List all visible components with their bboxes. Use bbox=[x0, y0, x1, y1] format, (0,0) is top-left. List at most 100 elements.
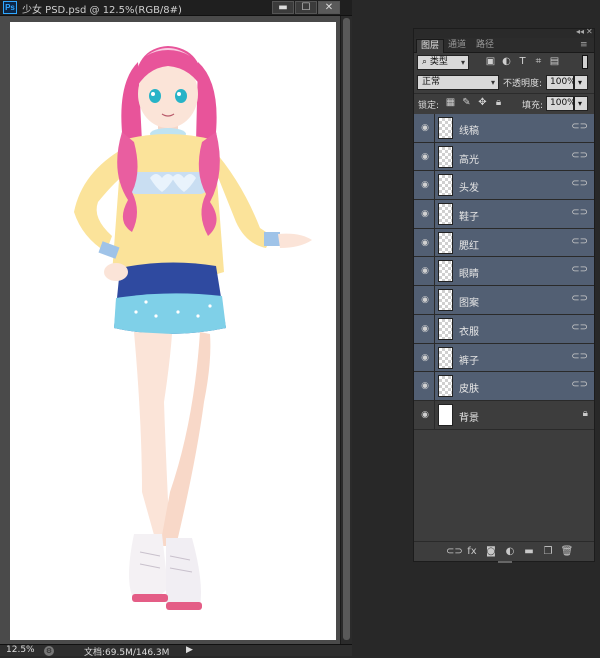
eye-icon[interactable]: ◉ bbox=[417, 237, 433, 249]
layer-row-background[interactable]: ◉ 背景 🔒︎ bbox=[414, 400, 594, 430]
zoom-level[interactable]: 12.5% bbox=[6, 645, 35, 655]
eye-icon[interactable]: ◉ bbox=[417, 323, 433, 335]
new-layer-icon[interactable]: ❐ bbox=[541, 545, 555, 559]
link-icon: ⊂⊃ bbox=[571, 121, 588, 132]
lock-position-move-icon[interactable]: ✥ bbox=[476, 96, 489, 110]
layer-row[interactable]: ◉ 裤子 ⊂⊃ bbox=[414, 343, 594, 373]
layer-thumbnail bbox=[438, 289, 453, 312]
photoshop-logo-icon: Ps bbox=[3, 1, 17, 14]
eye-icon[interactable]: ◉ bbox=[417, 122, 433, 134]
layer-thumbnail bbox=[438, 346, 453, 369]
fill-label: 填充: bbox=[522, 101, 544, 111]
panel-tabs: 图层 通道 路径 ≡ bbox=[414, 38, 594, 53]
lock-transparent-icon[interactable]: ▦ bbox=[444, 96, 457, 110]
opacity-slider-button[interactable]: ▾ bbox=[574, 75, 588, 90]
layer-row[interactable]: ◉ 腮红 ⊂⊃ bbox=[414, 228, 594, 258]
search-icon: ⌕ bbox=[422, 57, 430, 67]
image-filter-icon[interactable]: ▣ bbox=[484, 55, 497, 69]
lock-icon: 🔒︎ bbox=[582, 407, 588, 419]
eye-icon[interactable]: ◉ bbox=[417, 179, 433, 191]
layer-filter-dropdown[interactable]: ⌕ 类型 ▾ bbox=[417, 55, 469, 70]
layer-row[interactable]: ◉ 头发 ⊂⊃ bbox=[414, 171, 594, 201]
layer-thumbnail bbox=[438, 317, 453, 340]
eye-icon[interactable]: ◉ bbox=[417, 352, 433, 364]
layer-row[interactable]: ◉ 鞋子 ⊂⊃ bbox=[414, 200, 594, 229]
status-menu-arrow-icon[interactable]: ▶ bbox=[186, 645, 193, 655]
layer-name: 头发 bbox=[459, 183, 479, 195]
scrollbar-thumb[interactable] bbox=[343, 18, 350, 640]
link-icon: ⊂⊃ bbox=[571, 350, 588, 362]
layer-row[interactable]: ◉ 线稿 ⊂⊃ bbox=[414, 114, 594, 143]
adjustment-layer-icon[interactable]: ◐ bbox=[503, 545, 517, 559]
minimize-button[interactable]: ▬ bbox=[272, 1, 294, 14]
layer-list: ◉ 线稿 ⊂⊃ ◉ 高光 ⊂⊃ ◉ 头发 ⊂⊃ ◉ 鞋子 ⊂⊃ ◉ 腮红 ⊂⊃ ◉ 眼睛 ⊂⊃ ◉ 图案 ⊂… bbox=[414, 114, 594, 430]
document-title-bar[interactable]: Ps 少女 PSD.psd @ 12.5%(RGB/8#) ▬ ☐ ✕ bbox=[0, 0, 352, 16]
eye-icon[interactable]: ◉ bbox=[417, 380, 433, 392]
maximize-button[interactable]: ☐ bbox=[295, 1, 317, 14]
fill-input[interactable]: 100% bbox=[546, 96, 576, 111]
panel-footer: ⊂⊃ fx ◙ ◐ ▬ ❐ 🗑︎ bbox=[414, 541, 594, 561]
layer-thumbnail bbox=[438, 260, 453, 283]
layer-thumbnail bbox=[438, 117, 453, 139]
lock-image-brush-icon[interactable]: ✎ bbox=[460, 96, 473, 110]
layer-name: 皮肤 bbox=[459, 384, 479, 396]
opacity-input[interactable]: 100% bbox=[546, 75, 576, 90]
eye-icon[interactable]: ◉ bbox=[417, 151, 433, 163]
canvas[interactable] bbox=[10, 22, 336, 640]
collapse-panel-icon[interactable]: ◂◂ bbox=[576, 27, 584, 36]
type-filter-icon[interactable]: T bbox=[516, 55, 529, 69]
tab-channels[interactable]: 通道 bbox=[444, 39, 470, 53]
adjustment-filter-icon[interactable]: ◐ bbox=[500, 55, 513, 69]
panel-header-strip[interactable]: ◂◂ ✕ bbox=[414, 27, 594, 38]
status-info-icon[interactable]: ⚙ bbox=[44, 646, 54, 656]
smart-object-filter-icon[interactable]: ▤ bbox=[548, 55, 561, 69]
link-icon: ⊂⊃ bbox=[571, 207, 588, 219]
filter-toggle-switch[interactable] bbox=[582, 55, 588, 69]
link-icon: ⊂⊃ bbox=[571, 379, 588, 391]
lock-all-icon[interactable]: 🔒︎ bbox=[492, 96, 505, 110]
document-window: Ps 少女 PSD.psd @ 12.5%(RGB/8#) ▬ ☐ ✕ 12.5… bbox=[0, 0, 352, 658]
opacity-label: 不透明度: bbox=[503, 79, 543, 89]
link-icon: ⊂⊃ bbox=[571, 264, 588, 276]
link-layers-icon[interactable]: ⊂⊃ bbox=[446, 545, 463, 559]
tab-paths[interactable]: 路径 bbox=[472, 39, 498, 53]
eye-icon[interactable]: ◉ bbox=[417, 208, 433, 220]
panel-menu-icon[interactable]: ≡ bbox=[580, 40, 588, 50]
lock-label: 锁定: bbox=[418, 101, 440, 111]
resize-grip[interactable] bbox=[498, 561, 512, 563]
layer-name: 裤子 bbox=[459, 355, 479, 367]
eye-icon[interactable]: ◉ bbox=[417, 409, 433, 421]
layer-thumbnail bbox=[438, 174, 453, 197]
eye-icon[interactable]: ◉ bbox=[417, 265, 433, 277]
close-button[interactable]: ✕ bbox=[318, 1, 340, 14]
blend-mode-value: 正常 bbox=[422, 77, 441, 87]
layer-name: 眼睛 bbox=[459, 269, 479, 281]
layer-name: 图案 bbox=[459, 298, 479, 310]
link-icon: ⊂⊃ bbox=[571, 293, 588, 305]
layer-name: 腮红 bbox=[459, 240, 479, 252]
chevron-down-icon: ▾ bbox=[490, 78, 495, 87]
panel-close-icon[interactable]: ✕ bbox=[586, 27, 593, 36]
tab-layers[interactable]: 图层 bbox=[416, 39, 445, 53]
layer-style-fx-icon[interactable]: fx bbox=[465, 545, 479, 559]
add-mask-icon[interactable]: ◙ bbox=[484, 545, 498, 559]
layer-row[interactable]: ◉ 高光 ⊂⊃ bbox=[414, 142, 594, 172]
filter-value: 类型 bbox=[429, 57, 448, 67]
canvas-area[interactable] bbox=[0, 16, 352, 644]
fill-slider-button[interactable]: ▾ bbox=[574, 96, 588, 111]
eye-icon[interactable]: ◉ bbox=[417, 294, 433, 306]
layer-row[interactable]: ◉ 图案 ⊂⊃ bbox=[414, 286, 594, 315]
link-icon: ⊂⊃ bbox=[571, 149, 588, 161]
blend-mode-dropdown[interactable]: 正常 ▾ bbox=[417, 75, 499, 90]
vertical-scrollbar[interactable] bbox=[340, 16, 352, 644]
layer-row[interactable]: ◉ 眼睛 ⊂⊃ bbox=[414, 257, 594, 287]
layer-name: 鞋子 bbox=[459, 212, 479, 224]
layer-row[interactable]: ◉ 衣服 ⊂⊃ bbox=[414, 314, 594, 344]
layer-name: 高光 bbox=[459, 154, 479, 166]
delete-layer-trash-icon[interactable]: 🗑︎ bbox=[560, 545, 574, 559]
layer-thumbnail bbox=[438, 231, 453, 254]
layer-row[interactable]: ◉ 皮肤 ⊂⊃ bbox=[414, 372, 594, 401]
new-group-folder-icon[interactable]: ▬ bbox=[522, 545, 536, 559]
shape-filter-icon[interactable]: ⌗ bbox=[532, 55, 545, 69]
lock-row: 锁定: ▦ ✎ ✥ 🔒︎ 填充: 100% ▾ bbox=[414, 93, 594, 113]
